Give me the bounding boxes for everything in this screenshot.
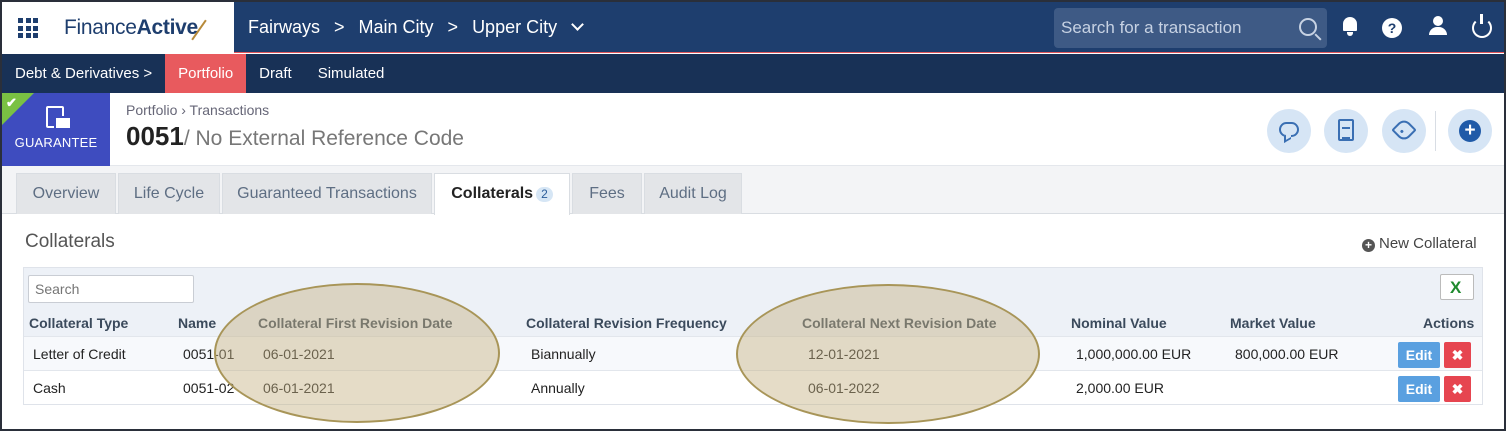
breadcrumb-separator-icon: > <box>447 17 459 37</box>
column-header-first-revision[interactable]: Collateral First Revision Date <box>258 315 453 331</box>
tab-audit-log[interactable]: Audit Log <box>644 173 742 214</box>
add-button[interactable]: + <box>1448 109 1492 153</box>
bell-icon[interactable] <box>1340 16 1362 38</box>
column-header-nominal[interactable]: Nominal Value <box>1071 315 1167 331</box>
subnav-portfolio[interactable]: Portfolio <box>165 54 247 93</box>
cell-first-revision: 06-01-2021 <box>263 380 335 396</box>
external-reference: / No External Reference Code <box>183 127 464 150</box>
cell-next-revision: 06-01-2022 <box>808 380 880 396</box>
tab-bar: Overview Life Cycle Guaranteed Transacti… <box>2 166 1504 215</box>
tab-overview[interactable]: Overview <box>16 173 116 214</box>
tab-life-cycle[interactable]: Life Cycle <box>118 173 220 214</box>
tags-button[interactable] <box>1382 109 1426 153</box>
guarantee-badge: ✔ GUARANTEE <box>2 93 110 166</box>
power-icon[interactable] <box>1472 14 1492 38</box>
column-header-market[interactable]: Market Value <box>1230 315 1316 331</box>
breadcrumb-upper-city[interactable]: Upper City <box>472 17 557 38</box>
subnav-simulated[interactable]: Simulated <box>305 54 398 93</box>
breadcrumb-main-city[interactable]: Main City <box>359 17 434 38</box>
plus-circle-icon: + <box>1362 239 1375 252</box>
transaction-search-input[interactable]: Search for a transaction <box>1054 8 1327 48</box>
column-header-next-revision[interactable]: Collateral Next Revision Date <box>802 315 997 331</box>
breadcrumb-separator-icon: > <box>334 17 345 37</box>
divider <box>1435 111 1436 151</box>
plus-icon: + <box>1459 120 1481 142</box>
cell-frequency: Annually <box>531 380 585 396</box>
section-title: Collaterals <box>25 231 115 252</box>
cell-nominal: 1,000,000.00 EUR <box>1076 346 1192 362</box>
top-bar: FinanceActive Fairways > Main City > Upp… <box>2 2 1504 53</box>
delete-icon[interactable]: ✖ <box>1444 376 1471 402</box>
cell-nominal: 2,000.00 EUR <box>1076 380 1164 396</box>
search-icon[interactable] <box>1299 18 1317 36</box>
edit-button[interactable]: Edit <box>1398 342 1440 368</box>
help-icon[interactable]: ? <box>1382 18 1402 38</box>
tag-icon <box>1391 117 1417 143</box>
edit-button[interactable]: Edit <box>1398 376 1440 402</box>
file-icon <box>1338 119 1354 141</box>
cell-name: 0051-02 <box>183 380 235 396</box>
tab-guaranteed-transactions[interactable]: Guaranteed Transactions <box>222 173 432 214</box>
subnav-debt-derivatives[interactable]: Debt & Derivatives > <box>2 54 165 93</box>
logo-area: FinanceActive <box>2 2 234 53</box>
checkmark-icon: ✔ <box>6 95 17 110</box>
page-breadcrumb[interactable]: Portfolio › Transactions <box>126 102 269 118</box>
table-row[interactable]: Cash 0051-02 06-01-2021 Annually 06-01-2… <box>24 370 1482 404</box>
search-placeholder: Search for a transaction <box>1061 18 1242 37</box>
document-icon <box>46 106 72 130</box>
subnav-draft[interactable]: Draft <box>246 54 305 93</box>
column-header-name[interactable]: Name <box>178 315 216 331</box>
chat-icon <box>1279 122 1299 137</box>
comments-button[interactable] <box>1267 109 1311 153</box>
breadcrumb: Fairways > Main City > Upper City <box>248 17 584 38</box>
delete-icon[interactable]: ✖ <box>1444 342 1471 368</box>
tab-fees[interactable]: Fees <box>572 173 642 214</box>
new-collateral-button[interactable]: + New Collateral <box>1362 235 1477 252</box>
chevron-down-icon[interactable] <box>571 18 584 31</box>
sub-navigation: Debt & Derivatives > Portfolio Draft Sim… <box>2 54 1504 93</box>
column-header-frequency[interactable]: Collateral Revision Frequency <box>526 315 727 331</box>
cell-next-revision: 12-01-2021 <box>808 346 880 362</box>
logo[interactable]: FinanceActive <box>64 16 198 40</box>
transaction-code: 0051 <box>126 121 184 151</box>
table-row[interactable]: Letter of Credit 0051-01 06-01-2021 Bian… <box>24 336 1482 370</box>
page-title: 0051/ No External Reference Code <box>126 121 464 152</box>
column-header-actions: Actions <box>1423 315 1475 331</box>
transaction-header: ✔ GUARANTEE Portfolio › Transactions 005… <box>2 93 1504 166</box>
cell-name: 0051-01 <box>183 346 235 362</box>
tab-collaterals[interactable]: Collaterals 2 <box>434 173 570 215</box>
cell-type: Letter of Credit <box>33 346 126 362</box>
documents-button[interactable] <box>1324 109 1368 153</box>
breadcrumb-fairways[interactable]: Fairways <box>248 17 320 38</box>
user-icon[interactable] <box>1428 16 1450 38</box>
badge-label: GUARANTEE <box>14 135 98 150</box>
cell-frequency: Biannually <box>531 346 596 362</box>
cell-market: 800,000.00 EUR <box>1235 346 1339 362</box>
cell-first-revision: 06-01-2021 <box>263 346 335 362</box>
column-header-type[interactable]: Collateral Type <box>29 315 128 331</box>
excel-export-icon[interactable] <box>1440 274 1474 300</box>
table-search-input[interactable] <box>28 275 194 303</box>
app-grid-icon[interactable] <box>18 18 38 38</box>
collaterals-count-badge: 2 <box>536 187 553 202</box>
cell-type: Cash <box>33 380 66 396</box>
collaterals-table: Collateral Type Name Collateral First Re… <box>23 267 1483 405</box>
